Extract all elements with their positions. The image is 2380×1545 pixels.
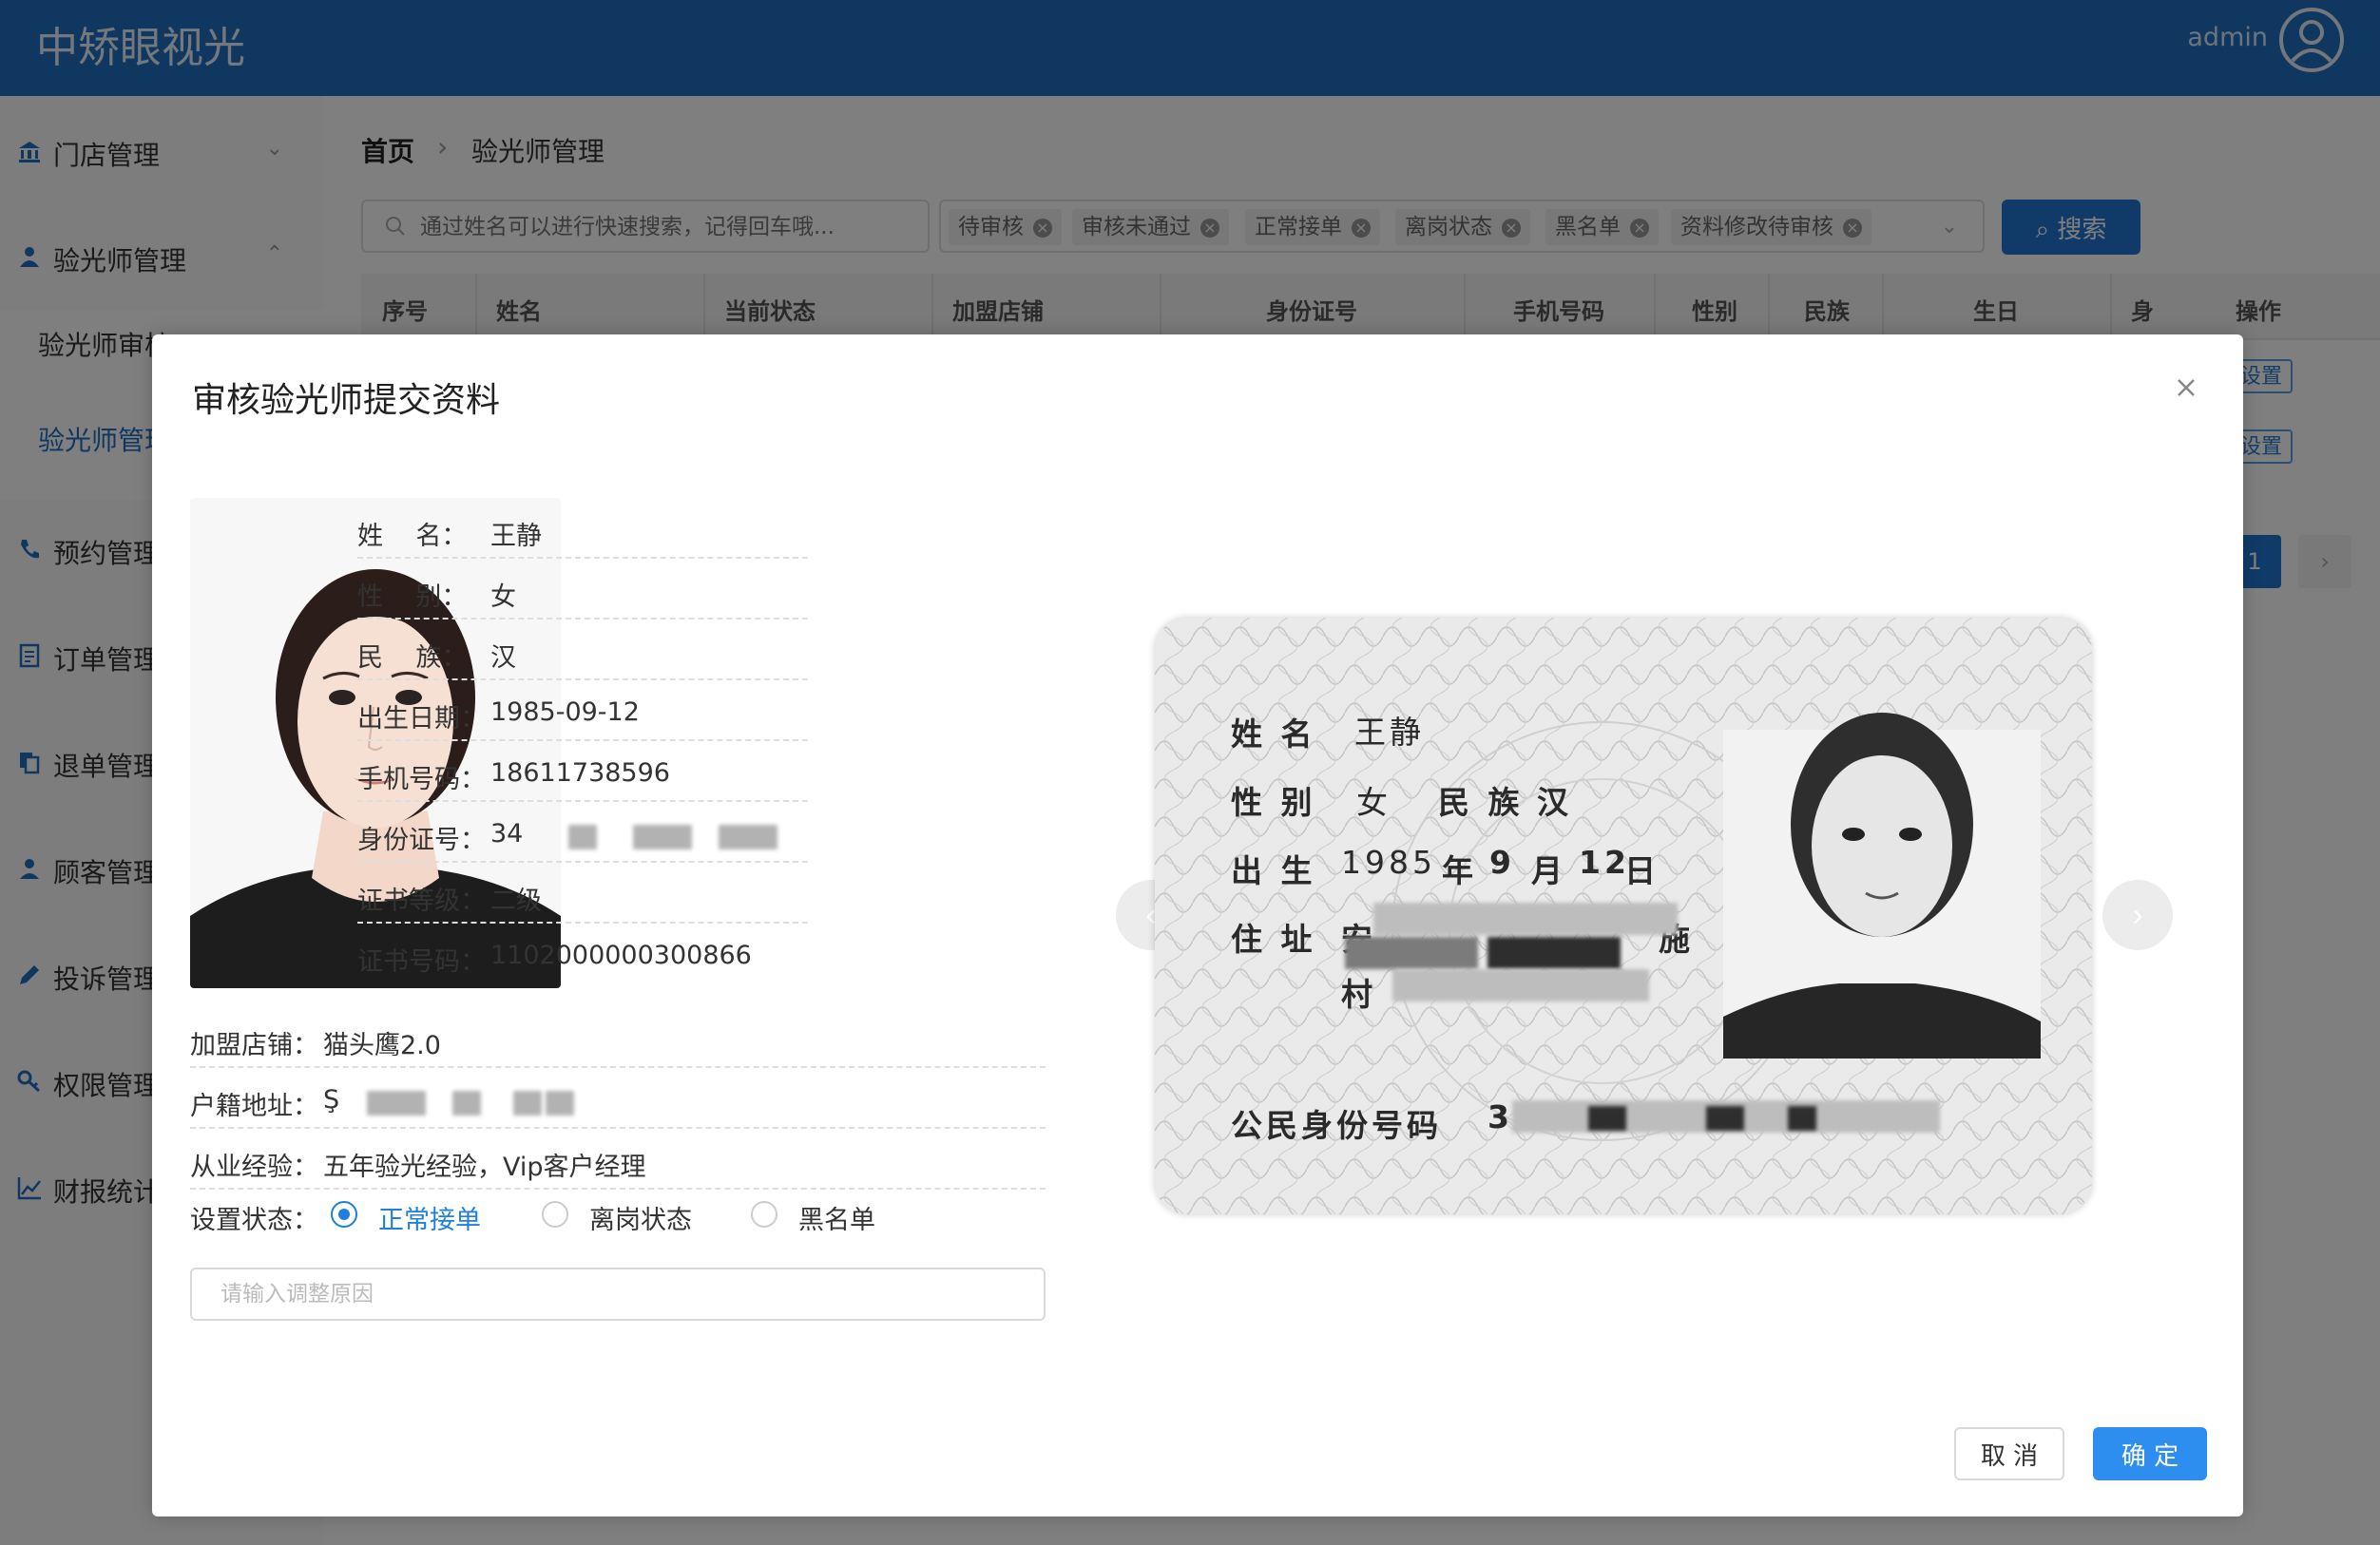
field-label: 身份证号： <box>357 826 486 855</box>
field-ethnicity: 民 族： 汉 <box>357 620 808 680</box>
radio-checked-icon[interactable] <box>331 1201 357 1228</box>
field-value: 猫头鹰2.0 <box>323 1031 441 1060</box>
review-modal: 审核验光师提交资料 姓 名： 王静 性 别： 女 民 族： 汉 出生日期： 19… <box>152 334 2243 1516</box>
field-value: 二级 <box>490 887 542 916</box>
field-label: 加盟店铺： <box>190 1031 318 1060</box>
id-card-address-label: 住 址 <box>1231 921 1316 958</box>
id-card-nation-label: 民 族 <box>1438 784 1524 821</box>
redacted-mask <box>633 825 692 849</box>
chevron-right-icon: › <box>2132 896 2143 933</box>
radio-unchecked-icon[interactable] <box>542 1201 568 1228</box>
field-value: 王静 <box>490 522 542 551</box>
redacted-mosaic <box>1706 1106 1744 1131</box>
field-value: 1102000000300866 <box>490 941 752 970</box>
field-experience: 从业经验： 五年验光经验，Vip客户经理 <box>190 1129 1046 1190</box>
carousel-next-button[interactable]: › <box>2102 880 2173 950</box>
redacted-mask <box>513 1091 542 1116</box>
status-radio-group: 设置状态： 正常接单 离岗状态 黑名单 <box>190 1193 1046 1235</box>
field-cert-level: 证书等级： 二级 <box>357 863 808 924</box>
field-value: Ş <box>323 1085 340 1115</box>
status-label: 设置状态： <box>190 1206 318 1235</box>
redacted-mosaic <box>1588 1106 1626 1131</box>
field-birthday: 出生日期： 1985-09-12 <box>357 680 808 741</box>
id-card-number-fragment: 3 <box>1488 1098 1513 1135</box>
field-address: 户籍地址： Ş <box>190 1068 1046 1129</box>
redacted-mask <box>719 825 777 849</box>
id-card-birth-month: 9 <box>1489 844 1515 881</box>
radio-label: 黑名单 <box>798 1206 875 1235</box>
id-card-month-unit: 月 <box>1531 852 1566 889</box>
field-phone: 手机号码： 18611738596 <box>357 741 808 802</box>
field-label: 性 别： <box>357 582 468 612</box>
field-label: 姓 名： <box>357 522 468 551</box>
reason-input[interactable] <box>190 1268 1046 1321</box>
field-store: 加盟店铺： 猫头鹰2.0 <box>190 1007 1046 1068</box>
id-card-number-label: 公民身份号码 <box>1231 1107 1442 1144</box>
redacted-mosaic <box>1392 969 1649 1001</box>
close-icon <box>2178 379 2195 396</box>
field-value: 五年验光经验，Vip客户经理 <box>323 1153 646 1182</box>
id-card-name: 王静 <box>1354 714 1425 751</box>
confirm-button[interactable]: 确 定 <box>2093 1427 2207 1480</box>
redacted-mosaic <box>1345 937 1478 969</box>
id-card-sex-label: 性 别 <box>1231 784 1316 821</box>
field-label: 出生日期： <box>357 704 486 734</box>
id-card-birth-year: 1985 <box>1341 844 1436 881</box>
field-id-number: 身份证号： 34 <box>357 802 808 863</box>
redacted-mask <box>568 825 597 849</box>
modal-title: 审核验光师提交资料 <box>192 381 501 420</box>
redacted-mosaic <box>1488 937 1621 969</box>
redacted-mosaic <box>1373 903 1678 935</box>
field-value: 女 <box>490 582 516 612</box>
id-card-image: 姓 名 王静 性 别 女 民 族 汉 出 生 1985 年 9 月 12 日 住… <box>1155 618 2092 1214</box>
id-card-year-unit: 年 <box>1442 852 1477 889</box>
id-card-nation: 汉 <box>1537 784 1572 821</box>
field-label: 证书号码： <box>357 947 486 977</box>
field-label: 民 族： <box>357 643 468 673</box>
id-card-day-unit: 日 <box>1624 852 1660 889</box>
id-card-sex: 女 <box>1356 784 1392 821</box>
redacted-mask <box>367 1091 426 1116</box>
radio-unchecked-icon[interactable] <box>751 1201 777 1228</box>
id-card-name-label: 姓 名 <box>1231 715 1316 753</box>
id-card-birth-label: 出 生 <box>1231 852 1316 889</box>
field-gender: 性 别： 女 <box>357 559 808 620</box>
id-card-birth-day: 12 <box>1579 844 1630 881</box>
redacted-mask <box>546 1091 574 1116</box>
field-name: 姓 名： 王静 <box>357 498 808 559</box>
field-value: 汉 <box>490 643 516 673</box>
cancel-button[interactable]: 取 消 <box>1954 1427 2064 1480</box>
field-value: 34 <box>490 819 524 849</box>
field-label: 从业经验： <box>190 1153 318 1182</box>
field-value: 18611738596 <box>490 758 670 788</box>
radio-label: 离岗状态 <box>589 1206 692 1235</box>
radio-label: 正常接单 <box>378 1206 481 1235</box>
field-label: 手机号码： <box>357 765 486 794</box>
close-button[interactable] <box>2167 369 2205 407</box>
id-card-address-fragment: 村 <box>1341 976 1376 1013</box>
redacted-mosaic <box>1788 1106 1816 1131</box>
field-label: 户籍地址： <box>190 1092 318 1121</box>
field-cert-number: 证书号码： 1102000000300866 <box>357 924 808 982</box>
redacted-mask <box>452 1091 481 1116</box>
field-label: 证书等级： <box>357 887 486 916</box>
field-value: 1985-09-12 <box>490 697 640 727</box>
